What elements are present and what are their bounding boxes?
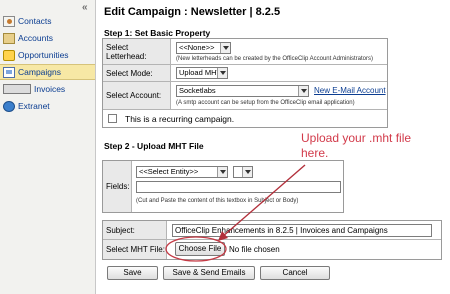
- annotation-overlay: [165, 164, 306, 262]
- annotation-arrow-line: [221, 164, 306, 238]
- highlight-circle: [165, 236, 227, 262]
